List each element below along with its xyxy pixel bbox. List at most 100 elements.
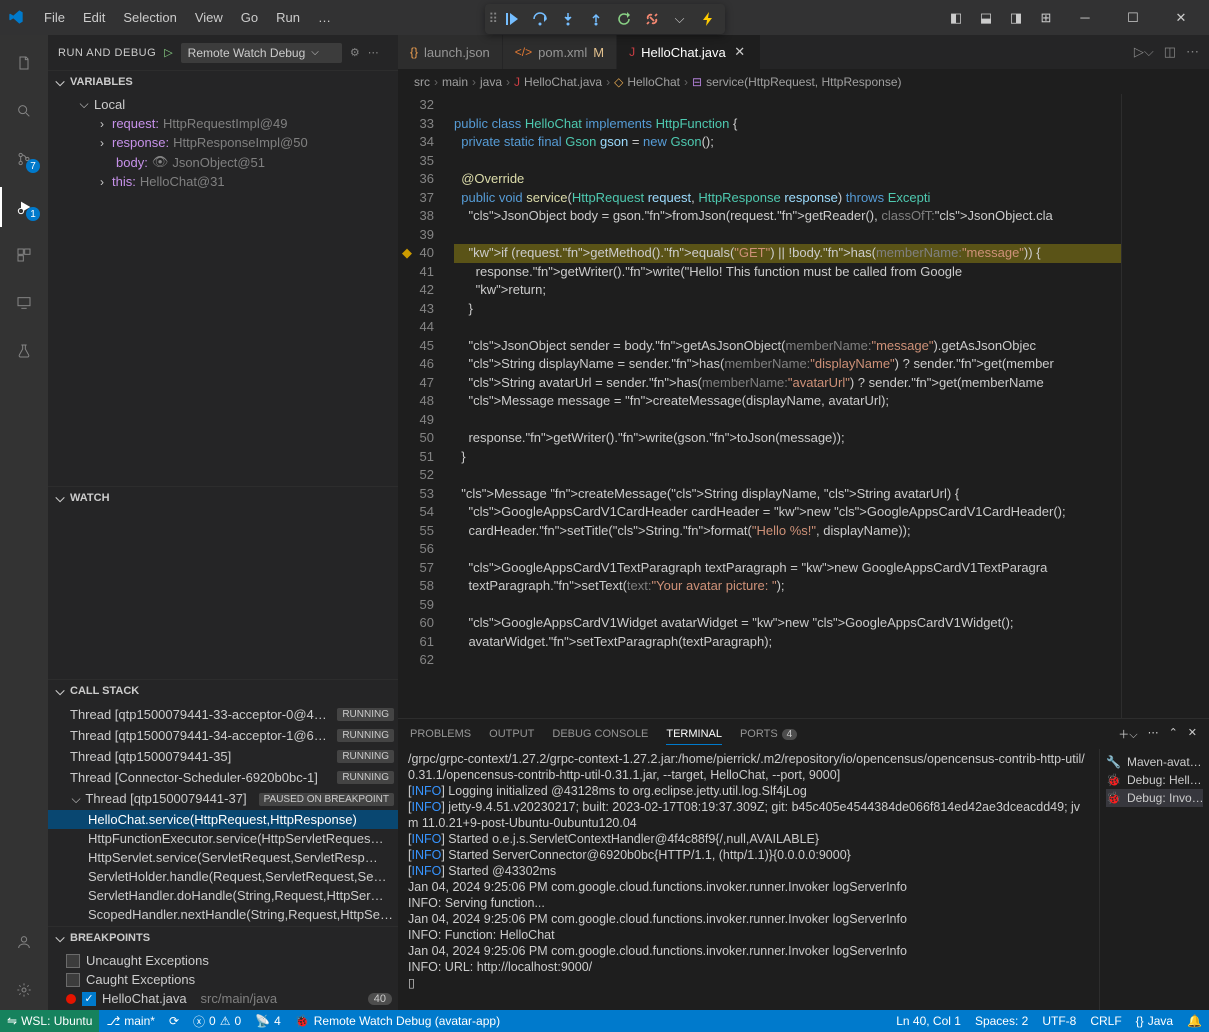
accounts-icon[interactable] bbox=[0, 922, 48, 962]
indentation-indicator[interactable]: Spaces: 2 bbox=[968, 1010, 1035, 1032]
bp-caught[interactable]: Caught Exceptions bbox=[48, 970, 398, 989]
source-control-icon[interactable]: 7 bbox=[0, 139, 48, 179]
bottom-panel: PROBLEMS OUTPUT DEBUG CONSOLE TERMINAL P… bbox=[398, 718, 1209, 1010]
thread-row[interactable]: Thread [qtp1500079441-35]RUNNING bbox=[48, 746, 398, 767]
run-icon[interactable]: ▷⌵ bbox=[1134, 44, 1154, 60]
var-response[interactable]: ›response: HttpResponseImpl@50 bbox=[48, 133, 398, 152]
var-this[interactable]: ›this: HelloChat@31 bbox=[48, 172, 398, 191]
sync-indicator[interactable]: ⟳ bbox=[162, 1010, 186, 1032]
thread-row-paused[interactable]: ⌵ Thread [qtp1500079441-37]PAUSED ON BRE… bbox=[48, 788, 398, 810]
menu-more[interactable]: … bbox=[310, 6, 339, 29]
stack-frame[interactable]: HttpServlet.service(ServletRequest,Servl… bbox=[48, 848, 398, 867]
panel-more-icon[interactable]: ⋯ bbox=[1148, 726, 1159, 742]
remote-explorer-icon[interactable] bbox=[0, 283, 48, 323]
menu-go[interactable]: Go bbox=[233, 6, 266, 29]
stack-frame[interactable]: ServletHolder.handle(Request,ServletRequ… bbox=[48, 867, 398, 886]
sidebar-title: RUN AND DEBUG bbox=[58, 47, 156, 59]
stack-frame[interactable]: ServletHandler.doHandle(String,Request,H… bbox=[48, 886, 398, 905]
minimap[interactable] bbox=[1121, 94, 1209, 718]
continue-button[interactable] bbox=[499, 7, 525, 31]
tab-output[interactable]: OUTPUT bbox=[489, 724, 534, 744]
disconnect-chevron-icon[interactable]: ⌵ bbox=[667, 7, 693, 31]
layout-right-icon[interactable]: ◨ bbox=[1005, 7, 1027, 29]
checkbox-icon[interactable] bbox=[66, 954, 80, 968]
menu-run[interactable]: Run bbox=[268, 6, 308, 29]
debug-settings-icon[interactable]: ⚙ bbox=[350, 46, 360, 59]
search-icon[interactable] bbox=[0, 91, 48, 131]
remote-indicator[interactable]: ⇋WSL: Ubuntu bbox=[0, 1010, 99, 1032]
tab-pom[interactable]: </>pom.xmlM bbox=[503, 35, 617, 69]
terminal-output[interactable]: /grpc/grpc-context/1.27.2/grpc-context-1… bbox=[398, 749, 1099, 1010]
checkbox-icon[interactable]: ✓ bbox=[82, 992, 96, 1006]
var-request[interactable]: ›request: HttpRequestImpl@49 bbox=[48, 114, 398, 133]
debug-status[interactable]: 🐞Remote Watch Debug (avatar-app) bbox=[288, 1010, 507, 1032]
cursor-position[interactable]: Ln 40, Col 1 bbox=[889, 1010, 968, 1032]
menu-file[interactable]: File bbox=[36, 6, 73, 29]
step-out-button[interactable] bbox=[583, 7, 609, 31]
tab-hellochat[interactable]: JHelloChat.java✕ bbox=[617, 35, 761, 69]
maximize-button[interactable]: ☐ bbox=[1113, 7, 1153, 29]
debug-more-icon[interactable]: ⋯ bbox=[368, 46, 379, 59]
scope-local[interactable]: ⌵Local bbox=[48, 95, 398, 114]
close-icon[interactable]: ✕ bbox=[732, 44, 748, 60]
eol-indicator[interactable]: CRLF bbox=[1083, 1010, 1128, 1032]
explorer-icon[interactable] bbox=[0, 43, 48, 83]
extensions-icon[interactable] bbox=[0, 235, 48, 275]
drag-handle-icon[interactable]: ⠿ bbox=[489, 7, 497, 31]
tab-problems[interactable]: PROBLEMS bbox=[410, 724, 471, 744]
encoding-indicator[interactable]: UTF-8 bbox=[1035, 1010, 1083, 1032]
notifications-icon[interactable]: 🔔 bbox=[1180, 1010, 1209, 1032]
panel-chevron-up-icon[interactable]: ⌃ bbox=[1169, 726, 1178, 742]
run-debug-icon[interactable]: 1 bbox=[0, 187, 48, 227]
layout-customize-icon[interactable]: ⊞ bbox=[1035, 7, 1057, 29]
code-editor[interactable]: 3233343536373839◆40414243444546474849505… bbox=[398, 94, 1209, 718]
start-debug-icon[interactable]: ▷ bbox=[164, 46, 172, 59]
language-indicator[interactable]: {} Java bbox=[1129, 1010, 1180, 1032]
tab-ports[interactable]: PORTS4 bbox=[740, 724, 797, 744]
disconnect-button[interactable] bbox=[639, 7, 665, 31]
tab-debug-console[interactable]: DEBUG CONSOLE bbox=[552, 724, 648, 744]
var-body[interactable]: body: 👁 JsonObject@51 bbox=[48, 152, 398, 172]
tab-launch[interactable]: {}launch.json bbox=[398, 35, 503, 69]
stack-frame[interactable]: HttpFunctionExecutor.service(HttpServlet… bbox=[48, 829, 398, 848]
testing-icon[interactable] bbox=[0, 331, 48, 371]
split-editor-icon[interactable]: ◫ bbox=[1164, 44, 1176, 60]
new-terminal-icon[interactable]: ＋⌵ bbox=[1118, 726, 1137, 742]
menu-selection[interactable]: Selection bbox=[115, 6, 184, 29]
layout-bottom-icon[interactable]: ⬓ bbox=[975, 7, 997, 29]
close-button[interactable]: ✕ bbox=[1161, 7, 1201, 29]
callstack-section-header[interactable]: ⌵CALL STACK bbox=[48, 680, 398, 702]
breakpoints-section-header[interactable]: ⌵BREAKPOINTS bbox=[48, 927, 398, 949]
debug-config-select[interactable]: Remote Watch Debug ⌵ bbox=[181, 43, 342, 63]
branch-indicator[interactable]: ⎇main* bbox=[99, 1010, 162, 1032]
step-into-button[interactable] bbox=[555, 7, 581, 31]
warning-icon: ⚠ bbox=[220, 1014, 231, 1028]
menu-view[interactable]: View bbox=[187, 6, 231, 29]
tab-terminal[interactable]: TERMINAL bbox=[666, 724, 722, 745]
thread-row[interactable]: Thread [qtp1500079441-33-acceptor-0@48…R… bbox=[48, 704, 398, 725]
restart-button[interactable] bbox=[611, 7, 637, 31]
ports-indicator[interactable]: 📡4 bbox=[248, 1010, 288, 1032]
thread-row[interactable]: Thread [qtp1500079441-34-acceptor-1@66…R… bbox=[48, 725, 398, 746]
panel-close-icon[interactable]: ✕ bbox=[1188, 726, 1197, 742]
term-session[interactable]: 🐞Debug: Invo… bbox=[1106, 789, 1203, 807]
term-session[interactable]: 🔧Maven-avat… bbox=[1106, 753, 1203, 771]
tab-more-icon[interactable]: ⋯ bbox=[1186, 44, 1199, 60]
checkbox-icon[interactable] bbox=[66, 973, 80, 987]
variables-section-header[interactable]: ⌵VARIABLES bbox=[48, 71, 398, 93]
hot-reload-button[interactable] bbox=[695, 7, 721, 31]
layout-left-icon[interactable]: ◧ bbox=[945, 7, 967, 29]
bp-file[interactable]: ✓HelloChat.javasrc/main/java40 bbox=[48, 989, 398, 1008]
stack-frame[interactable]: ScopedHandler.nextHandle(String,Request,… bbox=[48, 905, 398, 924]
term-session[interactable]: 🐞Debug: Hell… bbox=[1106, 771, 1203, 789]
bp-uncaught[interactable]: Uncaught Exceptions bbox=[48, 951, 398, 970]
stack-frame[interactable]: HelloChat.service(HttpRequest,HttpRespon… bbox=[48, 810, 398, 829]
menu-edit[interactable]: Edit bbox=[75, 6, 113, 29]
breadcrumb[interactable]: src› main› java› J HelloChat.java› ◇ Hel… bbox=[398, 70, 1209, 94]
step-over-button[interactable] bbox=[527, 7, 553, 31]
minimize-button[interactable]: ─ bbox=[1065, 7, 1105, 29]
thread-row[interactable]: Thread [Connector-Scheduler-6920b0bc-1]R… bbox=[48, 767, 398, 788]
watch-section-header[interactable]: ⌵WATCH bbox=[48, 487, 398, 509]
settings-icon[interactable] bbox=[0, 970, 48, 1010]
problems-indicator[interactable]: ⓧ0 ⚠0 bbox=[186, 1010, 248, 1032]
